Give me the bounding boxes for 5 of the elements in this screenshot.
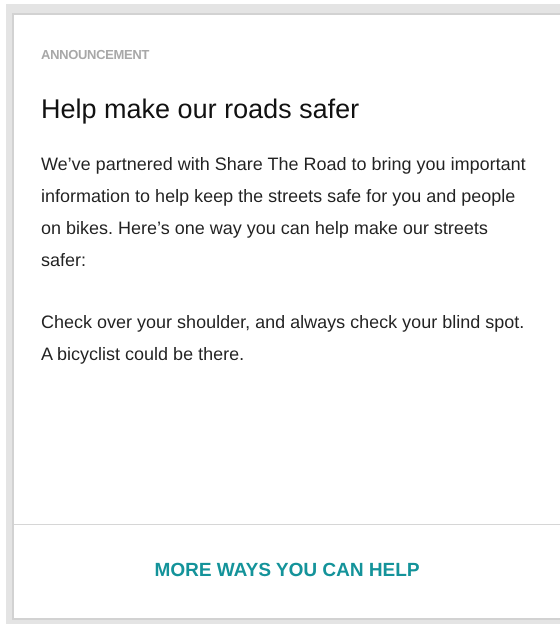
card-title: Help make our roads safer <box>41 92 360 126</box>
body-paragraph: We’ve partnered with Share The Road to bring you important information to help keep the streets safe for you and people on bikes. Here’s one way you can help make our streets safer: <box>41 153 527 272</box>
body-paragraph: Check over your shoulder, and always check your blind spot. A bicyclist could be there. <box>41 311 526 366</box>
announcement-label: ANNOUNCEMENT <box>41 46 150 64</box>
more-ways-link[interactable]: MORE WAYS YOU CAN HELP <box>154 557 420 586</box>
